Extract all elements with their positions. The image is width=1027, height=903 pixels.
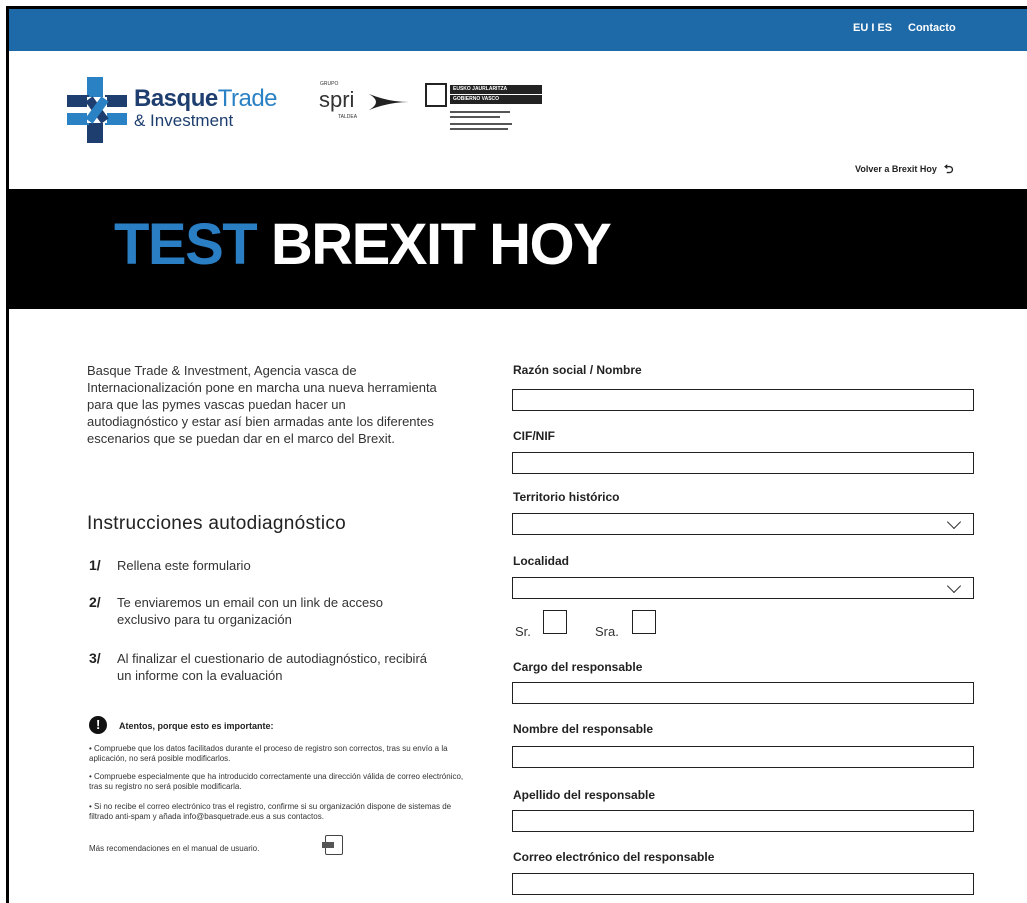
warning-note: • Compruebe especialmente que ha introdu… [89, 772, 464, 791]
chevron-down-icon [946, 514, 962, 530]
sr-label: Sr. [515, 624, 531, 639]
alert-icon [89, 716, 107, 734]
localidad-label: Localidad [513, 554, 570, 568]
warning-note: • Compruebe que los datos facilitados du… [89, 744, 448, 763]
page-frame: EU I ES Contacto BasqueTrade & Investmen… [6, 6, 1027, 903]
cif-input[interactable] [512, 452, 974, 474]
contact-link[interactable]: Contacto [908, 22, 956, 34]
chevron-down-icon [946, 578, 962, 594]
hero-banner: TEST BREXIT HOY [9, 189, 1027, 309]
territorio-select[interactable] [512, 513, 974, 535]
warning-title: Atentos, porque esto es importante: [119, 721, 274, 731]
apellido-label: Apellido del responsable [513, 788, 656, 802]
apellido-input[interactable] [512, 810, 974, 832]
pdf-icon[interactable] [322, 835, 343, 855]
nombre-input[interactable] [512, 746, 974, 768]
sra-label: Sra. [595, 624, 619, 639]
return-arrow-icon: ⮌ [943, 162, 954, 176]
spri-arrow-icon [369, 94, 409, 110]
basque-trade-logo-icon [67, 77, 127, 143]
cif-label: CIF/NIF [513, 429, 555, 443]
warning-note: • Si no recibe el correo electrónico tra… [89, 802, 452, 821]
localidad-select[interactable] [512, 577, 974, 599]
territorio-label: Territorio histórico [513, 490, 620, 504]
top-bar: EU I ES Contacto [9, 9, 1027, 51]
correo-label: Correo electrónico del responsable [513, 850, 715, 864]
correo-input[interactable] [512, 873, 974, 895]
language-switcher[interactable]: EU I ES [853, 22, 892, 34]
spri-logo: GRUPO spri TALDEA [319, 81, 414, 131]
back-to-brexit-link[interactable]: Volver a Brexit Hoy ⮌ [855, 160, 954, 181]
manual-text: Más recomendaciones en el manual de usua… [89, 844, 260, 853]
razon-social-label: Razón social / Nombre [513, 363, 642, 377]
nombre-label: Nombre del responsable [513, 722, 654, 736]
basque-government-logo: EUSKO JAURLARITZA GOBIERNO VASCO [425, 83, 545, 135]
razon-social-input[interactable] [512, 389, 974, 411]
basque-trade-subtitle: & Investment [134, 111, 234, 130]
cargo-label: Cargo del responsable [513, 660, 643, 674]
basque-trade-name: BasqueTrade [134, 85, 278, 112]
sr-checkbox[interactable] [543, 610, 567, 634]
instructions-title: Instrucciones autodiagnóstico [87, 513, 347, 534]
sra-checkbox[interactable] [632, 610, 656, 634]
page-title: TEST BREXIT HOY [114, 212, 612, 277]
intro-text: Basque Trade & Investment, Agencia vasca… [87, 363, 437, 446]
cargo-input[interactable] [512, 682, 974, 704]
government-crest-icon [425, 83, 447, 107]
